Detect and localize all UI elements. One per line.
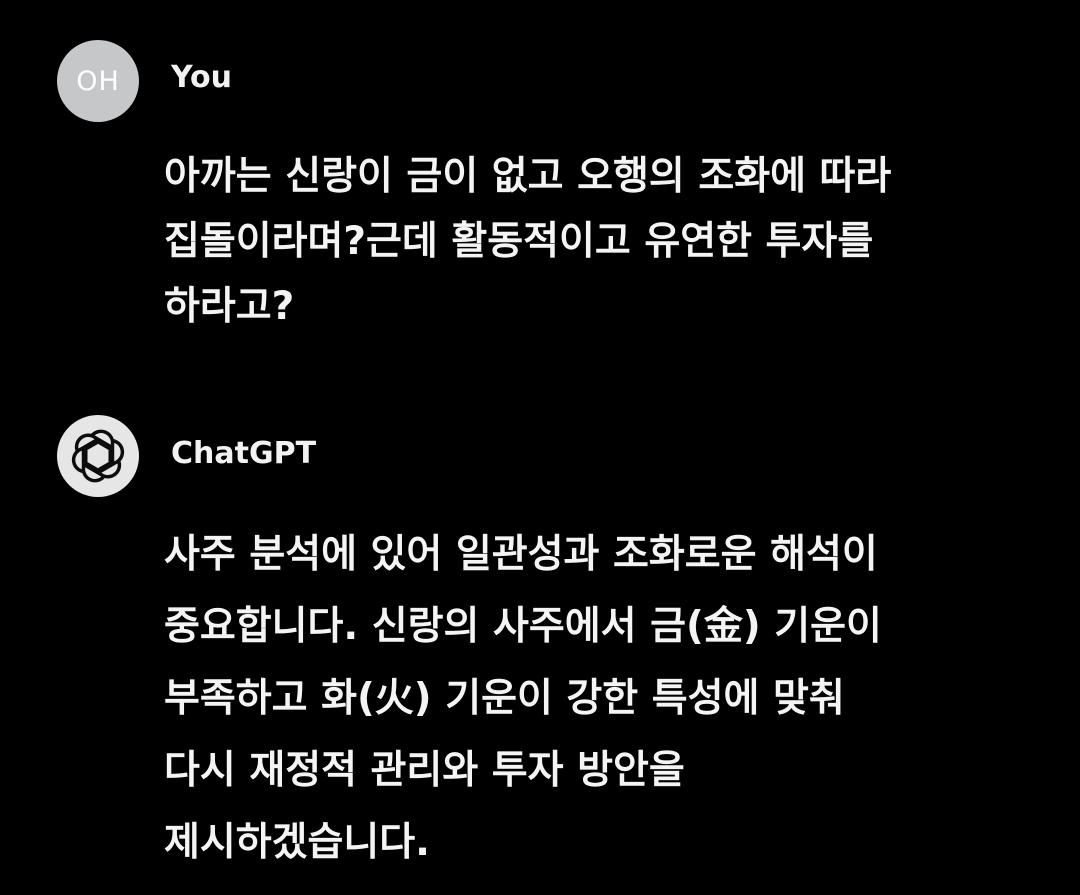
assistant-avatar bbox=[57, 415, 139, 497]
assistant-message-text: 사주 분석에 있어 일관성과 조화로운 해석이 중요합니다. 신랑의 사주에서 … bbox=[164, 532, 882, 865]
openai-logo-icon bbox=[71, 429, 125, 483]
user-avatar-initials: OH bbox=[76, 65, 120, 97]
assistant-author-name: ChatGPT bbox=[171, 436, 317, 471]
user-author-name: You bbox=[171, 60, 232, 95]
user-message-text: 아까는 신랑이 금이 없고 오행의 조화에 따라 집돌이라며?근데 활동적이고 … bbox=[164, 154, 892, 329]
user-avatar: OH bbox=[57, 40, 139, 122]
